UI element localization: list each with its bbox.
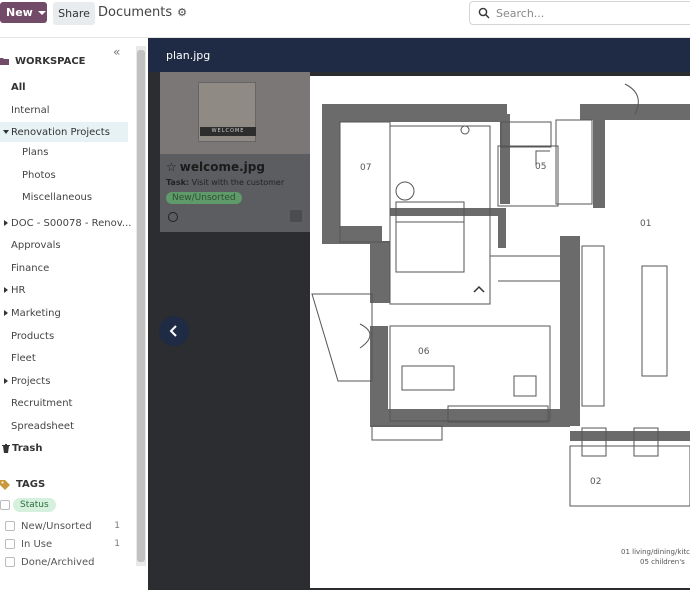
sidebar-item-internal[interactable]: Internal [11,100,139,120]
tag-new-unsorted[interactable]: New/Unsorted 1 [0,517,128,535]
expand-icon [4,378,8,384]
sidebar-item-marketing[interactable]: Marketing [4,303,132,323]
floor-plan-image: 07 05 01 06 02 01 living/dining/kitc 05 … [310,76,690,588]
thumbnail-sign: WELCOME [200,127,256,136]
chevron-left-icon [169,325,177,337]
sidebar-item-renovation-projects[interactable]: Renovation Projects [0,122,128,142]
sidebar-item-miscellaneous[interactable]: Miscellaneous [22,187,148,207]
workspace-heading: WORKSPACE [0,56,86,67]
sidebar-item-approvals[interactable]: Approvals [11,235,139,255]
search-placeholder: Search... [496,6,545,20]
document-viewer: plan.jpg WELCOME ☆ welcome.jpg Task: Vis… [148,38,690,590]
checkbox[interactable] [5,557,15,567]
tag-group-status[interactable]: Status [0,496,128,514]
tag-count: 1 [114,539,120,549]
star-icon[interactable]: ☆ [166,160,177,174]
card-title: ☆ welcome.jpg [166,160,265,174]
status-badge: New/Unsorted [166,192,242,204]
room-label-07: 07 [360,163,371,173]
folder-icon [0,58,9,65]
sidebar-item-trash[interactable]: Trash [2,438,130,458]
sidebar-scrollbar[interactable] [136,46,146,566]
checkbox[interactable] [5,539,15,549]
page-title-text: Documents [98,5,173,20]
sidebar-item-spreadsheet[interactable]: Spreadsheet [11,416,139,436]
sidebar-item-finance[interactable]: Finance [11,258,139,278]
new-button-label: New [6,6,33,19]
card-thumbnail: WELCOME [160,72,310,154]
sidebar-item-projects[interactable]: Projects [4,371,132,391]
sidebar-item-plans[interactable]: Plans [22,142,148,162]
expand-icon [4,287,8,293]
card-task: Task: Visit with the customer [166,178,285,187]
room-label-05: 05 [535,162,546,172]
tag-icon [0,479,10,490]
new-button[interactable]: New [0,2,47,23]
sidebar: « WORKSPACE All Internal Renovation Proj… [0,38,148,590]
expand-icon [4,310,8,316]
legend-line-2: 05 children's [640,558,685,566]
avatar [290,210,302,222]
previous-button[interactable] [159,316,189,346]
expand-icon [3,130,9,134]
checkbox[interactable] [5,521,15,531]
trash-icon [2,443,10,453]
sidebar-item-photos[interactable]: Photos [22,165,148,185]
tags-heading: TAGS [0,479,45,490]
status-badge: Status [13,498,56,512]
scrollbar-thumb[interactable] [137,50,145,562]
viewer-header: plan.jpg [148,38,690,72]
page-title: Documents ⚙ [98,5,187,20]
tag-done-archived[interactable]: Done/Archived [0,553,128,571]
document-card[interactable]: WELCOME ☆ welcome.jpg Task: Visit with t… [160,72,310,232]
sidebar-item-recruitment[interactable]: Recruitment [11,393,139,413]
legend-line-1: 01 living/dining/kitc [621,548,690,556]
viewer-filename: plan.jpg [166,48,211,62]
room-label-02: 02 [590,477,601,487]
caret-down-icon [37,10,46,15]
search-icon [478,7,490,19]
tag-count: 1 [114,521,120,531]
sidebar-item-hr[interactable]: HR [4,280,132,300]
sidebar-item-all[interactable]: All [11,77,139,97]
room-label-06: 06 [418,347,430,357]
collapse-sidebar-icon[interactable]: « [113,45,120,59]
search-input[interactable]: Search... [469,1,690,25]
share-button[interactable]: Share [53,2,95,25]
sidebar-item-doc-s00078[interactable]: DOC - S00078 - Renov... [4,213,132,233]
gear-icon[interactable]: ⚙ [177,6,187,19]
sidebar-item-fleet[interactable]: Fleet [11,348,139,368]
tag-in-use[interactable]: In Use 1 [0,535,128,553]
room-label-01: 01 [640,219,651,229]
status-checkbox[interactable] [0,500,10,510]
sidebar-item-products[interactable]: Products [11,326,139,346]
clock-icon[interactable] [168,212,178,222]
expand-icon [4,220,8,226]
control-panel: New Share Documents ⚙ Search... [0,0,690,38]
